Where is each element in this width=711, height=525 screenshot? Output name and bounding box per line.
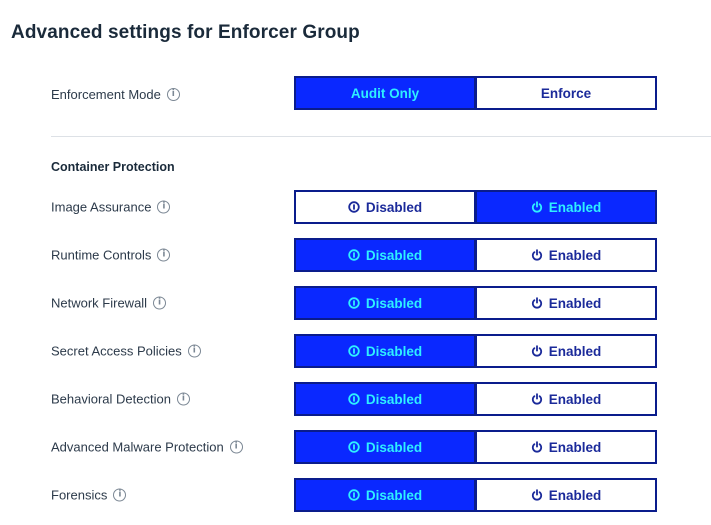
secret-access-policies-enabled-button[interactable]: Enabled (475, 334, 657, 368)
runtime-controls-label: Runtime Controls (51, 247, 152, 263)
info-icon[interactable]: i (157, 248, 171, 262)
disabled-circle-icon (348, 249, 360, 261)
power-icon (531, 345, 543, 357)
behavioral-detection-disabled-label: Disabled (365, 391, 423, 407)
secret-access-policies-disabled-button[interactable]: Disabled (294, 334, 476, 368)
behavioral-detection-enabled-button[interactable]: Enabled (475, 382, 657, 416)
forensics-row: Forensics i Disabled Enabled (51, 478, 661, 512)
enforcement-mode-label: Enforcement Mode (51, 87, 161, 102)
network-firewall-enabled-label: Enabled (548, 295, 602, 311)
advanced-malware-protection-enabled-label: Enabled (548, 439, 602, 455)
forensics-enabled-button[interactable]: Enabled (475, 478, 657, 512)
secret-access-policies-toggle: Disabled Enabled (294, 334, 658, 368)
power-icon (531, 393, 543, 405)
enforcement-mode-toggle: Audit Only Enforce (294, 76, 658, 110)
network-firewall-disabled-label: Disabled (365, 295, 423, 311)
advanced-malware-protection-enabled-button[interactable]: Enabled (475, 430, 657, 464)
info-icon[interactable]: i (157, 200, 171, 214)
forensics-enabled-label: Enabled (548, 487, 602, 503)
advanced-malware-protection-disabled-button[interactable]: Disabled (294, 430, 476, 464)
runtime-controls-enabled-button[interactable]: Enabled (475, 238, 657, 272)
image-assurance-toggle: Disabled Enabled (294, 190, 658, 224)
behavioral-detection-label-wrap: Behavioral Detection i (51, 392, 190, 407)
network-firewall-label-wrap: Network Firewall i (51, 295, 167, 311)
disabled-circle-icon (348, 201, 360, 213)
network-firewall-toggle: Disabled Enabled (294, 286, 658, 320)
network-firewall-row: Network Firewall i Disabled Enabled (51, 286, 661, 320)
forensics-toggle: Disabled Enabled (294, 478, 658, 512)
enforcement-mode-row: Enforcement Mode i Audit Only Enforce (51, 76, 661, 110)
audit-only-button[interactable]: Audit Only (294, 76, 476, 110)
forensics-label: Forensics (51, 487, 108, 503)
behavioral-detection-label: Behavioral Detection (51, 391, 171, 407)
forensics-label-wrap: Forensics i (51, 487, 127, 503)
power-icon (531, 441, 543, 453)
network-firewall-enabled-button[interactable]: Enabled (475, 286, 657, 320)
network-firewall-label: Network Firewall (51, 295, 148, 311)
enforcement-mode-label-wrap: Enforcement Mode i (51, 87, 180, 102)
runtime-controls-label-wrap: Runtime Controls i (51, 247, 171, 263)
image-assurance-disabled-label: Disabled (365, 199, 423, 215)
secret-access-policies-label-wrap: Secret Access Policies i (51, 344, 201, 359)
runtime-controls-disabled-button[interactable]: Disabled (294, 238, 476, 272)
disabled-circle-icon (348, 441, 360, 453)
runtime-controls-row: Runtime Controls i Disabled Enabled (51, 238, 661, 272)
behavioral-detection-enabled-label: Enabled (548, 391, 602, 407)
info-icon[interactable]: i (176, 392, 190, 406)
power-icon (531, 249, 543, 261)
power-icon (531, 489, 543, 501)
info-icon[interactable]: i (229, 440, 243, 454)
advanced-malware-protection-label: Advanced Malware Protection (51, 439, 224, 455)
image-assurance-enabled-button[interactable]: Enabled (475, 190, 657, 224)
secret-access-policies-enabled-label: Enabled (548, 343, 602, 359)
advanced-malware-protection-row: Advanced Malware Protection i Disabled Enab… (51, 430, 661, 464)
behavioral-detection-row: Behavioral Detection i Disabled Enabled (51, 382, 661, 416)
image-assurance-row: Image Assurance i Disabled Enabled (51, 190, 661, 224)
disabled-circle-icon (348, 489, 360, 501)
secret-access-policies-row: Secret Access Policies i Disabled Enabled (51, 334, 661, 368)
info-icon[interactable]: i (187, 344, 201, 358)
image-assurance-disabled-button[interactable]: Disabled (294, 190, 476, 224)
forensics-disabled-button[interactable]: Disabled (294, 478, 476, 512)
disabled-circle-icon (348, 345, 360, 357)
image-assurance-label: Image Assurance (51, 199, 152, 215)
advanced-malware-protection-label-wrap: Advanced Malware Protection i (51, 440, 243, 455)
behavioral-detection-disabled-button[interactable]: Disabled (294, 382, 476, 416)
advanced-malware-protection-toggle: Disabled Enabled (294, 430, 658, 464)
runtime-controls-enabled-label: Enabled (548, 247, 602, 263)
enforce-button[interactable]: Enforce (475, 76, 657, 110)
secret-access-policies-label: Secret Access Policies (51, 343, 182, 359)
behavioral-detection-toggle: Disabled Enabled (294, 382, 658, 416)
image-assurance-label-wrap: Image Assurance i (51, 199, 171, 215)
info-icon[interactable]: i (113, 488, 127, 502)
info-icon[interactable]: i (166, 88, 180, 101)
section-title-container-protection: Container Protection (51, 160, 175, 174)
network-firewall-disabled-button[interactable]: Disabled (294, 286, 476, 320)
runtime-controls-disabled-label: Disabled (365, 247, 423, 263)
runtime-controls-toggle: Disabled Enabled (294, 238, 658, 272)
power-icon (531, 297, 543, 309)
info-icon[interactable]: i (153, 296, 167, 310)
secret-access-policies-disabled-label: Disabled (365, 343, 423, 359)
disabled-circle-icon (348, 297, 360, 309)
page-title: Advanced settings for Enforcer Group (11, 22, 360, 43)
disabled-circle-icon (348, 393, 360, 405)
divider (51, 136, 711, 137)
forensics-disabled-label: Disabled (365, 487, 423, 503)
advanced-malware-protection-disabled-label: Disabled (365, 439, 423, 455)
power-icon (531, 201, 543, 213)
image-assurance-enabled-label: Enabled (548, 199, 602, 215)
